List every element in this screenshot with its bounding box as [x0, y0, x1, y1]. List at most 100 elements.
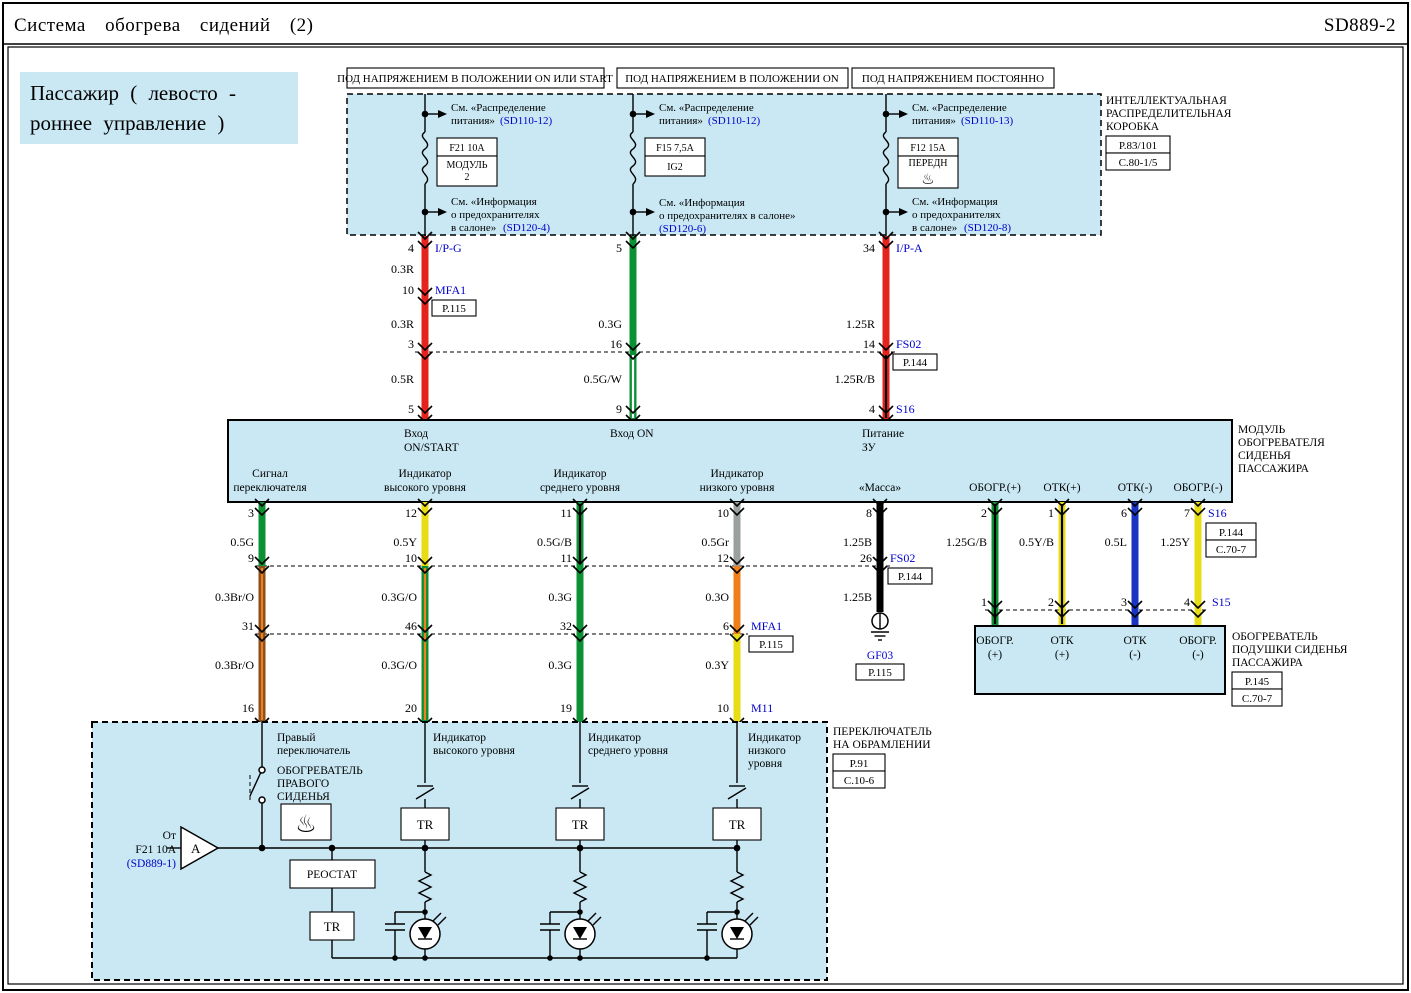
- power-condition-3: ПОД НАПРЯЖЕНИЕМ ПОСТОЯННО: [862, 73, 1044, 85]
- link-sd120-4[interactable]: (SD120-4): [503, 222, 550, 234]
- supply-wires: 4 I/P-G 0.3R 10 MFA1 P.115 0.3R 3 0.5R 5…: [391, 231, 938, 423]
- ref-p144: P.144: [903, 357, 928, 369]
- page-code: SD889-2: [1324, 15, 1396, 36]
- link-sd110-12-a[interactable]: (SD110-12): [500, 115, 552, 127]
- cushion-t3b: (-): [1129, 649, 1141, 661]
- switch-box-ref-2: C.10-6: [844, 775, 875, 787]
- module-name-4: ПАССАЖИРА: [1238, 463, 1310, 475]
- page-title: Система обогрева сидений (2): [14, 15, 314, 36]
- pin: 14: [863, 337, 875, 351]
- ref-power-dist-1a: См. «Распределение: [451, 102, 546, 114]
- module-output-wires: 3 12 11 10 8 2 1 6 7 S16 P.144 C.70-7 0.…: [215, 498, 1257, 735]
- passenger-note-line1: Пассажир ( левосто -: [30, 81, 236, 105]
- wire-gauge: 0.3G: [598, 317, 622, 331]
- pin: 1: [1048, 506, 1054, 520]
- ref-p144-2: P.144: [898, 571, 923, 583]
- pin: 11: [560, 506, 572, 520]
- wire-gauge: 0.3R: [391, 262, 414, 276]
- connector-mfa1-2: MFA1: [751, 619, 782, 633]
- switch-box-name-2: НА ОБРАМЛЕНИИ: [833, 739, 931, 751]
- wire-gauge: 1.25R: [846, 317, 875, 331]
- link-sd889-1[interactable]: (SD889-1): [127, 858, 176, 870]
- wire-gauge: 0.3G: [548, 658, 572, 672]
- junction-box-page-ref: P.83/101: [1119, 140, 1157, 152]
- cushion-name-3: ПАССАЖИРА: [1232, 657, 1304, 669]
- module-out7: ОТК(+): [1043, 482, 1080, 494]
- seat-heater-label-1: ОБОГРЕВАТЕЛЬ: [277, 765, 363, 777]
- cushion-t2a: ОТК: [1051, 635, 1074, 647]
- ref-power-dist-2b: питания»: [659, 115, 703, 127]
- indicator-low-label-3: уровня: [748, 758, 783, 770]
- switch-box-name-1: ПЕРЕКЛЮЧАТЕЛЬ: [833, 726, 932, 738]
- module-in1b: ON/START: [404, 442, 459, 454]
- pin: 26: [860, 551, 872, 565]
- module-name-2: ОБОГРЕВАТЕЛЯ: [1238, 437, 1325, 449]
- pin: 10: [717, 701, 729, 715]
- junction-box-label: ИНТЕЛЛЕКТУАЛЬНАЯ РАСПРЕДЕЛИТЕЛЬНАЯ КОРОБ…: [1105, 95, 1232, 171]
- cushion-t1a: ОБОГР.: [976, 635, 1014, 647]
- ref-fuse-info-2a: См. «Информация: [659, 197, 745, 209]
- pin: 10: [405, 551, 417, 565]
- wire-gauge: 1.25B: [843, 590, 872, 604]
- indicator-high-label-2: высокого уровня: [433, 745, 516, 757]
- module-out9: ОБОГР.(-): [1173, 482, 1222, 494]
- ref-p115: P.115: [442, 303, 466, 315]
- wire-gauge: 1.25G/B: [946, 535, 987, 549]
- pin: 2: [981, 506, 987, 520]
- connector-m11: M11: [751, 701, 773, 715]
- ref-fuse-info-1c: в салоне»: [451, 222, 496, 234]
- fuse-f12-label: F12 15A: [910, 143, 946, 154]
- pin: 6: [1121, 506, 1127, 520]
- fuse-f15-circuit: IG2: [667, 162, 683, 173]
- module-out2a: Индикатор: [398, 468, 451, 480]
- pin: 12: [717, 551, 729, 565]
- wire-gauge: 0.3G/O: [381, 590, 417, 604]
- link-sd120-6[interactable]: (SD120-6): [659, 223, 706, 235]
- source-label-1: От: [163, 830, 176, 842]
- module-in1a: Вход: [404, 428, 428, 440]
- pin: 9: [248, 551, 254, 565]
- seat-heater-icon: ♨: [295, 812, 317, 838]
- ref-fuse-info-3b: о предохранителях: [912, 209, 1001, 221]
- module-out3b: среднего уровня: [540, 482, 621, 494]
- ground-symbol-gf03: GF03 P.115: [855, 612, 905, 681]
- ref-power-dist-3b: питания»: [912, 115, 956, 127]
- pin: 12: [405, 506, 417, 520]
- pin: 4: [1184, 595, 1190, 609]
- fuse-f15-label: F15 7,5A: [656, 143, 695, 154]
- switch-label-2: переключатель: [277, 745, 350, 757]
- switch-box-ref-1: P.91: [850, 758, 869, 770]
- amplifier-label: A: [191, 841, 201, 856]
- fuse-f12-circuit: ПЕРЕДН: [908, 158, 947, 169]
- module-in3b: ЗУ: [862, 442, 876, 454]
- pin: 16: [610, 337, 622, 351]
- link-sd110-13[interactable]: (SD110-13): [961, 115, 1013, 127]
- cushion-t4a: ОБОГР.: [1179, 635, 1217, 647]
- power-condition-1: ПОД НАПРЯЖЕНИЕМ В ПОЛОЖЕНИИ ON ИЛИ START: [337, 73, 613, 85]
- cushion-ref-1: P.145: [1245, 676, 1270, 688]
- link-sd110-12-b[interactable]: (SD110-12): [708, 115, 760, 127]
- tr-label: TR: [324, 919, 341, 934]
- power-condition-2: ПОД НАПРЯЖЕНИЕМ В ПОЛОЖЕНИИ ON: [625, 73, 839, 85]
- pin: 5: [616, 241, 622, 255]
- wire-gauge: 1.25R/B: [835, 372, 875, 386]
- pin: 4: [869, 402, 875, 416]
- pin: 8: [866, 506, 872, 520]
- ref-fuse-info-2b: о предохранителях в салоне»: [659, 210, 796, 222]
- cushion-t1b: (+): [988, 649, 1002, 661]
- cushion-t4b: (-): [1192, 649, 1204, 661]
- ref-power-dist-3a: См. «Распределение: [912, 102, 1007, 114]
- wire-gauge: 0.5Y/B: [1019, 535, 1054, 549]
- wire-gauge: 1.25Y: [1160, 535, 1190, 549]
- module-out2b: высокого уровня: [384, 482, 467, 494]
- link-sd120-8[interactable]: (SD120-8): [964, 222, 1011, 234]
- tr-label: TR: [417, 817, 434, 832]
- junction-box-conn-ref: C.80-1/5: [1119, 157, 1158, 169]
- cushion-name-1: ОБОГРЕВАТЕЛЬ: [1232, 631, 1318, 643]
- connector-mfa1: MFA1: [435, 283, 466, 297]
- wire-gauge: 0.5G: [230, 535, 254, 549]
- pin: 10: [717, 506, 729, 520]
- wire-gauge: 0.3R: [391, 317, 414, 331]
- tr-label: TR: [729, 817, 746, 832]
- wire-gauge: 0.5G/W: [584, 372, 623, 386]
